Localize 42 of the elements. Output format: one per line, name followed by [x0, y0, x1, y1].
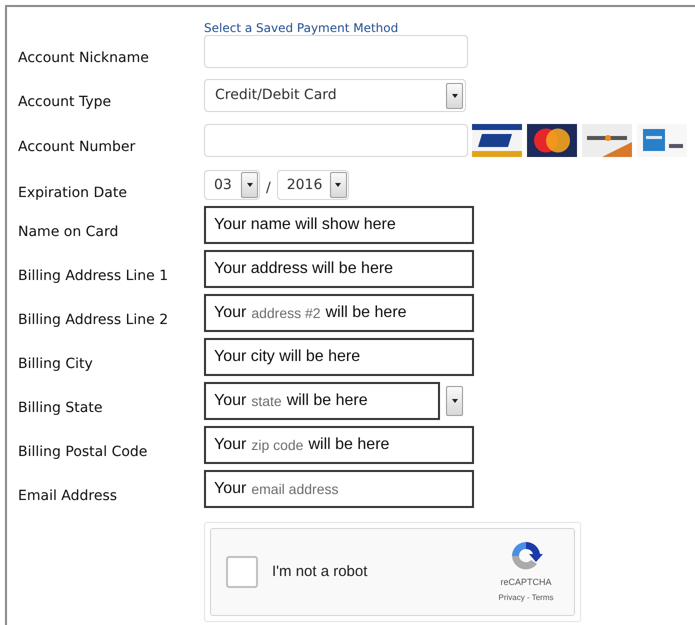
caret-icon [452, 399, 458, 403]
caret-icon [452, 94, 458, 98]
text-field[interactable]: Your city will be here [204, 338, 474, 376]
field-label: Billing Address Line 2 [18, 311, 170, 330]
caret-icon [246, 183, 252, 187]
month-dropdown[interactable]: 03 [204, 170, 260, 200]
field-label: Account Nickname [18, 49, 150, 68]
captcha-checkbox[interactable] [226, 556, 258, 588]
text-field[interactable]: Your email address [204, 470, 474, 508]
field-label: Account Type [18, 93, 112, 112]
captcha-label: I'm not a robot [272, 562, 368, 582]
field-label: Billing Address Line 1 [18, 267, 170, 286]
field-label: Billing City [18, 355, 94, 374]
caret-icon [335, 183, 342, 187]
field-label: Billing Postal Code [18, 443, 148, 462]
saved-payment-link[interactable]: Select a Saved Payment Method [204, 21, 398, 35]
text-field[interactable]: Your address #2 will be here [204, 294, 474, 332]
field-label: Expiration Date [18, 184, 128, 203]
text-field[interactable]: Your zip code will be here [204, 426, 474, 464]
field-label: Name on Card [18, 223, 120, 242]
text-field[interactable]: Your address will be here [204, 250, 474, 288]
text-field[interactable]: Your name will show here [204, 206, 474, 244]
recaptcha-logo-icon [509, 540, 543, 572]
card-logo-icon [472, 124, 522, 157]
input-field[interactable] [204, 35, 468, 68]
privacy-terms-link[interactable]: Privacy - Terms [498, 592, 554, 604]
dropdown-button[interactable] [446, 386, 463, 416]
date-separator: / [266, 178, 271, 198]
account-type-dropdown[interactable]: Credit/Debit Card [204, 79, 466, 112]
field-label: Email Address [18, 487, 118, 506]
card-logo-icon [582, 124, 632, 157]
input-field[interactable] [204, 124, 468, 157]
card-logo-icon [527, 124, 577, 157]
dropdown-button[interactable] [446, 82, 463, 108]
dropdown-button[interactable] [330, 172, 347, 198]
field-label: Billing State [18, 399, 104, 418]
year-dropdown[interactable]: 2016 [276, 170, 349, 200]
field-label: Account Number [18, 138, 136, 157]
captcha-brand: reCAPTCHA [500, 576, 552, 590]
dropdown-button[interactable] [241, 172, 258, 198]
text-field[interactable]: Your state will be here [204, 382, 440, 420]
card-logo-icon [637, 124, 687, 157]
